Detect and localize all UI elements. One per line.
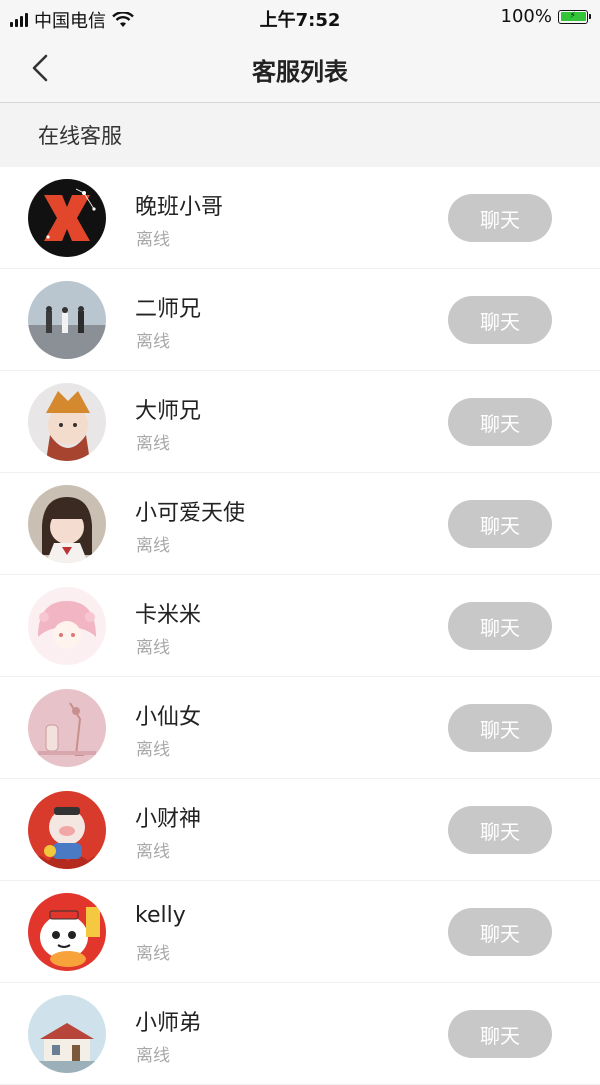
agent-status: 离线 [136,434,170,454]
chat-button[interactable]: 聊天 [448,1010,552,1058]
list-item: 小师弟 离线 聊天 [0,983,600,1085]
avatar [28,485,106,563]
agent-name: 大师兄 [135,399,202,424]
agent-name: 小仙女 [135,705,202,730]
avatar [28,689,106,767]
avatar [28,995,106,1073]
agent-list: 晚班小哥 离线 聊天 二师兄 离线 聊天 大师兄 离线 聊天 小可爱天使 离线 … [0,167,600,1085]
agent-status: 离线 [136,740,170,760]
agent-name: kelly [135,903,186,928]
avatar [28,383,106,461]
avatar [28,281,106,359]
agent-name: 小可爱天使 [135,501,246,526]
chat-button[interactable]: 聊天 [448,602,552,650]
agent-name: 卡米米 [135,603,202,628]
chat-button[interactable]: 聊天 [448,500,552,548]
agent-status: 离线 [136,536,170,556]
list-item: 卡米米 离线 聊天 [0,575,600,677]
agent-name: 二师兄 [135,297,202,322]
page-title: 客服列表 [252,58,348,86]
chat-button[interactable]: 聊天 [448,704,552,752]
agent-name: 小师弟 [135,1011,202,1036]
status-right: 100% ⚡ [500,6,591,27]
agent-name: 小财神 [135,807,202,832]
avatar [28,791,106,869]
avatar [28,893,106,971]
agent-status: 离线 [136,230,170,250]
chat-button[interactable]: 聊天 [448,908,552,956]
chat-button[interactable]: 聊天 [448,296,552,344]
battery-icon: ⚡ [558,9,591,24]
chat-button[interactable]: 聊天 [448,194,552,242]
section-header: 在线客服 [0,103,600,167]
nav-bar: 客服列表 [0,34,600,103]
chat-button[interactable]: 聊天 [448,398,552,446]
agent-status: 离线 [136,638,170,658]
agent-status: 离线 [136,842,170,862]
list-item: 二师兄 离线 聊天 [0,269,600,371]
agent-name: 晚班小哥 [135,195,224,220]
agent-status: 离线 [136,944,170,964]
battery-percent: 100% [500,6,552,27]
list-item: 小仙女 离线 聊天 [0,677,600,779]
agent-status: 离线 [136,1046,170,1066]
agent-status: 离线 [136,332,170,352]
avatar [28,179,106,257]
list-item: 大师兄 离线 聊天 [0,371,600,473]
list-item: 小可爱天使 离线 聊天 [0,473,600,575]
chat-button[interactable]: 聊天 [448,806,552,854]
section-title: 在线客服 [38,124,122,148]
list-item: 小财神 离线 聊天 [0,779,600,881]
list-item: 晚班小哥 离线 聊天 [0,167,600,269]
list-item: kelly 离线 聊天 [0,881,600,983]
status-bar: 中国电信 上午7:52 100% ⚡ [0,0,600,34]
avatar [28,587,106,665]
